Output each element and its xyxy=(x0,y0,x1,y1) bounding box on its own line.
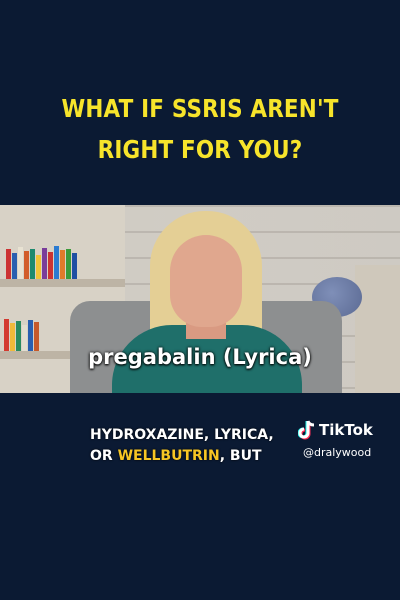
tiktok-handle: @dralywood xyxy=(303,446,372,459)
subtitle-highlight: WELLBUTRIN xyxy=(117,448,220,464)
video-caption: pregabalin (Lyrica) xyxy=(88,345,312,369)
shelf-board xyxy=(0,279,125,287)
subtitle-line-2-end: , BUT xyxy=(219,448,262,464)
subtitle-line-2: OR WELLBUTRIN, BUT xyxy=(90,446,330,467)
subtitle-line-2-start: OR xyxy=(90,448,118,464)
book-row xyxy=(6,245,78,279)
tiktok-watermark: TikTok xyxy=(297,420,373,440)
headline-line-2: RIGHT FOR YOU? xyxy=(97,135,303,164)
right-bookshelf xyxy=(355,265,400,393)
headline: WHAT IF SSRIS AREN'T RIGHT FOR YOU? xyxy=(28,88,372,170)
video-frame[interactable]: pregabalin (Lyrica) xyxy=(0,205,400,393)
subtitle-text: HYDROXAZINE, LYRICA, OR WELLBUTRIN, BUT xyxy=(90,425,330,467)
tiktok-icon xyxy=(297,420,316,440)
tiktok-brand: TikTok xyxy=(319,421,373,439)
headline-line-1: WHAT IF SSRIS AREN'T xyxy=(61,94,339,123)
subtitle-line-1: HYDROXAZINE, LYRICA, xyxy=(90,427,274,443)
person-face xyxy=(170,235,242,327)
